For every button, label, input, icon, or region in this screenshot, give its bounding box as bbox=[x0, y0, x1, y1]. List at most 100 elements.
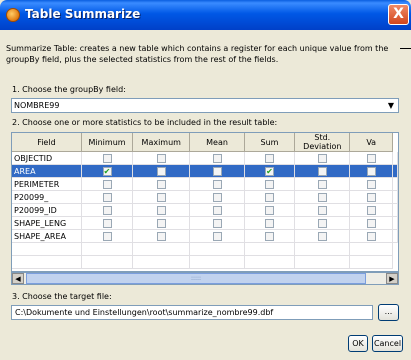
statistic-checkbox[interactable]: ✔ bbox=[102, 166, 112, 176]
target-file-value: C:\Dokumente und Einstellungen\root\summ… bbox=[15, 308, 274, 317]
statistic-checkbox[interactable] bbox=[317, 218, 327, 228]
column-header[interactable]: Minimum bbox=[81, 133, 134, 152]
statistic-checkbox[interactable] bbox=[366, 166, 376, 176]
statistic-cell bbox=[132, 177, 191, 191]
statistic-cell bbox=[81, 229, 134, 243]
statistic-checkbox[interactable] bbox=[212, 205, 222, 215]
target-file-label: 3. Choose the target file: bbox=[12, 292, 112, 301]
statistic-checkbox[interactable] bbox=[264, 205, 274, 215]
statistic-cell bbox=[189, 229, 245, 243]
statistic-checkbox[interactable] bbox=[212, 218, 222, 228]
statistic-cell bbox=[244, 151, 296, 165]
column-header[interactable]: Va bbox=[349, 133, 393, 152]
statistic-checkbox[interactable] bbox=[156, 205, 166, 215]
statistic-cell bbox=[392, 151, 398, 165]
statistic-checkbox[interactable] bbox=[212, 192, 222, 202]
statistic-checkbox[interactable] bbox=[212, 179, 222, 189]
table-row[interactable]: SHAPE_AREA bbox=[12, 229, 398, 243]
table-row[interactable]: AREA ✔ ✔ bbox=[12, 164, 398, 178]
statistic-checkbox[interactable] bbox=[264, 218, 274, 228]
statistic-checkbox[interactable] bbox=[366, 231, 376, 241]
table-row[interactable]: SHAPE_LENG bbox=[12, 216, 398, 230]
statistic-cell bbox=[294, 151, 351, 165]
statistic-cell: ✔ bbox=[81, 164, 134, 178]
statistic-checkbox[interactable] bbox=[366, 218, 376, 228]
statistic-checkbox[interactable] bbox=[156, 231, 166, 241]
statistic-cell bbox=[294, 177, 351, 191]
close-button[interactable]: X bbox=[388, 4, 409, 25]
table-row[interactable]: P20099_ bbox=[12, 190, 398, 204]
statistic-checkbox[interactable] bbox=[102, 179, 112, 189]
field-name-cell: SHAPE_AREA bbox=[12, 229, 82, 243]
statistic-checkbox[interactable] bbox=[366, 205, 376, 215]
ok-button[interactable]: OK bbox=[348, 335, 368, 352]
groupby-select[interactable]: NOMBRE99 ▼ bbox=[11, 98, 399, 113]
statistic-checkbox[interactable] bbox=[366, 153, 376, 163]
statistic-checkbox[interactable]: ✔ bbox=[264, 166, 274, 176]
statistic-checkbox[interactable] bbox=[317, 192, 327, 202]
column-header[interactable]: Maximum bbox=[132, 133, 191, 152]
statistic-cell: ✔ bbox=[244, 164, 296, 178]
cancel-button[interactable]: Cancel bbox=[372, 335, 403, 352]
table-row[interactable]: OBJECTID bbox=[12, 151, 398, 165]
scroll-thumb[interactable]: ::::: bbox=[26, 273, 366, 284]
statistic-cell bbox=[294, 229, 351, 243]
groupby-value: NOMBRE99 bbox=[14, 101, 60, 110]
statistic-checkbox[interactable] bbox=[156, 192, 166, 202]
statistic-checkbox[interactable] bbox=[366, 192, 376, 202]
statistic-checkbox[interactable] bbox=[212, 166, 222, 176]
statistic-checkbox[interactable] bbox=[212, 153, 222, 163]
table-row[interactable]: PERIMETER bbox=[12, 177, 398, 191]
statistic-checkbox[interactable] bbox=[102, 218, 112, 228]
statistic-checkbox[interactable] bbox=[317, 205, 327, 215]
statistic-checkbox[interactable] bbox=[156, 166, 166, 176]
statistic-cell bbox=[189, 203, 245, 217]
statistic-checkbox[interactable] bbox=[156, 218, 166, 228]
statistic-cell bbox=[244, 177, 296, 191]
statistic-cell bbox=[81, 151, 134, 165]
statistic-checkbox[interactable] bbox=[102, 231, 112, 241]
statistic-checkbox[interactable] bbox=[156, 179, 166, 189]
app-icon bbox=[6, 8, 20, 22]
table-row[interactable]: P20099_ID bbox=[12, 203, 398, 217]
statistic-checkbox[interactable] bbox=[156, 153, 166, 163]
statistics-label: 2. Choose one or more statistics to be i… bbox=[12, 118, 278, 127]
chevron-down-icon[interactable]: ▼ bbox=[384, 99, 398, 112]
statistic-checkbox[interactable] bbox=[264, 192, 274, 202]
statistic-checkbox[interactable] bbox=[317, 166, 327, 176]
statistic-checkbox[interactable] bbox=[366, 179, 376, 189]
statistic-cell bbox=[392, 190, 398, 204]
statistic-checkbox[interactable] bbox=[317, 153, 327, 163]
title-bar[interactable]: Table Summarize X bbox=[0, 0, 411, 30]
target-file-input[interactable]: C:\Dokumente und Einstellungen\root\summ… bbox=[11, 305, 373, 320]
statistic-cell bbox=[392, 177, 398, 191]
column-header[interactable]: Mean bbox=[189, 133, 245, 152]
statistic-cell bbox=[392, 203, 398, 217]
statistic-checkbox[interactable] bbox=[317, 231, 327, 241]
statistic-checkbox[interactable] bbox=[102, 192, 112, 202]
statistic-cell bbox=[81, 190, 134, 204]
statistic-checkbox[interactable] bbox=[212, 231, 222, 241]
statistic-checkbox[interactable] bbox=[264, 179, 274, 189]
scroll-right-icon[interactable]: ▶ bbox=[386, 273, 398, 284]
field-name-cell: SHAPE_LENG bbox=[12, 216, 82, 230]
scroll-left-icon[interactable]: ◀ bbox=[12, 273, 24, 284]
column-header[interactable]: Std. Deviation bbox=[294, 133, 351, 152]
statistic-checkbox[interactable] bbox=[264, 231, 274, 241]
column-header[interactable]: Sum bbox=[244, 133, 296, 152]
statistic-cell bbox=[244, 216, 296, 230]
window-title: Table Summarize bbox=[25, 7, 141, 21]
groupby-label: 1. Choose the groupBy field: bbox=[12, 85, 126, 94]
browse-button[interactable]: ... bbox=[378, 304, 399, 321]
statistic-checkbox[interactable] bbox=[317, 179, 327, 189]
table-summarize-dialog: Table Summarize X Summarize Table: creat… bbox=[0, 0, 411, 360]
statistic-cell bbox=[132, 216, 191, 230]
horizontal-scrollbar[interactable]: ◀ ::::: ▶ bbox=[11, 272, 399, 285]
statistic-checkbox[interactable] bbox=[102, 205, 112, 215]
column-header[interactable]: Field bbox=[12, 133, 82, 152]
statistic-cell bbox=[81, 203, 134, 217]
statistic-cell bbox=[189, 216, 245, 230]
statistic-checkbox[interactable] bbox=[102, 153, 112, 163]
statistic-cell bbox=[349, 151, 393, 165]
statistic-checkbox[interactable] bbox=[264, 153, 274, 163]
